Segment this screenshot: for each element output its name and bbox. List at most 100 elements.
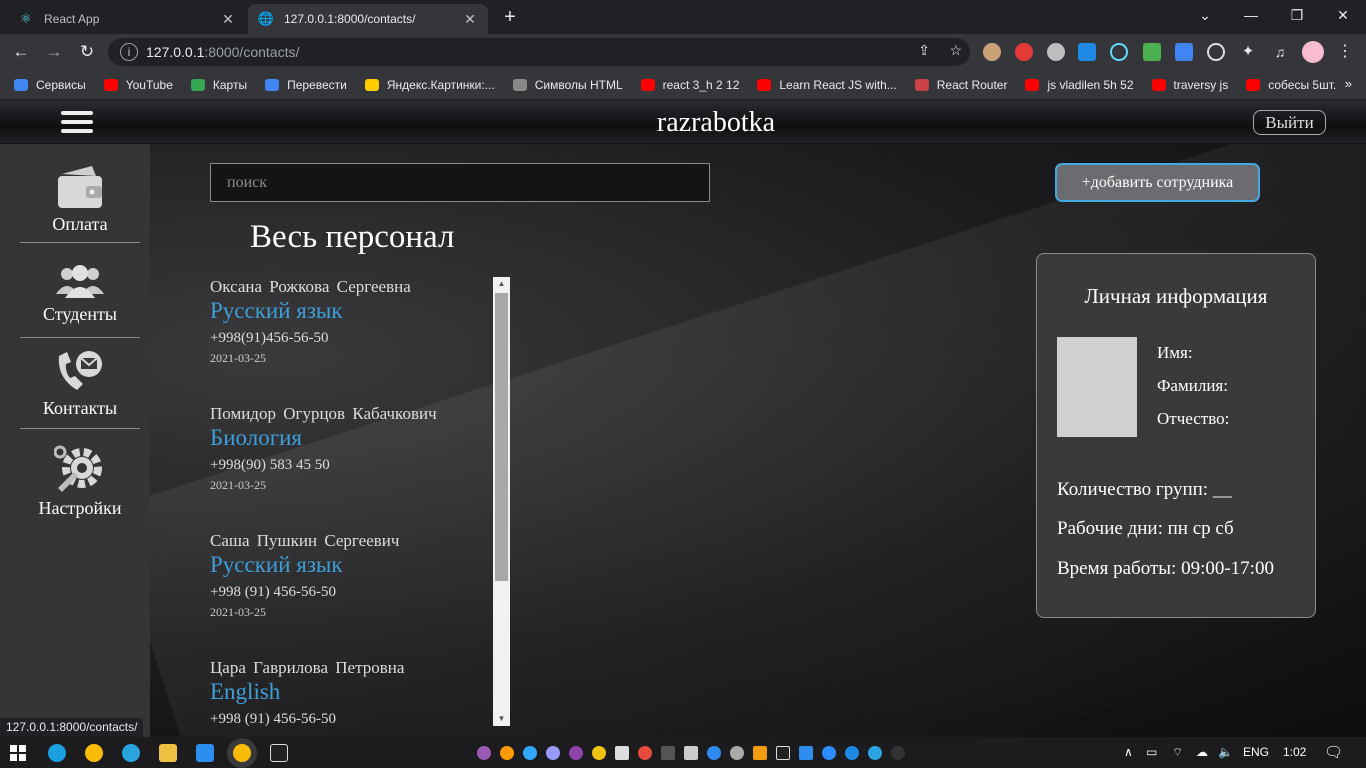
bookmark-item[interactable]: Сервисы bbox=[14, 78, 86, 92]
scroll-thumb[interactable] bbox=[495, 293, 508, 581]
bookmark-item[interactable]: Карты bbox=[190, 78, 247, 92]
bookmark-item[interactable]: Learn React JS with... bbox=[757, 78, 897, 92]
extension-icon[interactable] bbox=[1143, 43, 1161, 61]
pycharm-icon[interactable] bbox=[776, 746, 790, 760]
url-host: 127.0.0.1 bbox=[146, 44, 205, 60]
close-icon[interactable]: ✕ bbox=[462, 11, 478, 28]
sidebar-item-students[interactable]: Студенты bbox=[20, 264, 140, 325]
tray-app-icon[interactable] bbox=[891, 746, 905, 760]
bookmark-item[interactable]: YouTube bbox=[103, 78, 173, 92]
teamviewer-icon[interactable] bbox=[845, 746, 859, 760]
search-input[interactable] bbox=[210, 163, 710, 202]
bookmark-item[interactable]: Яндекс.Картинки:... bbox=[364, 78, 495, 92]
menu-dots-icon[interactable]: ⋮ bbox=[1336, 43, 1354, 61]
close-icon[interactable]: ✕ bbox=[220, 11, 236, 28]
restore-button[interactable]: ❐ bbox=[1274, 0, 1320, 30]
employee-list[interactable]: Оксана Рожкова Сергеевна Русский язык +9… bbox=[210, 277, 510, 727]
list-item[interactable]: Саша Пушкин Сергеевич Русский язык +998 … bbox=[210, 531, 490, 620]
clock[interactable]: 1:02 bbox=[1283, 737, 1306, 768]
scroll-up-arrow-icon[interactable]: ▲ bbox=[493, 277, 510, 291]
sidebar-item-contacts[interactable]: Контакты bbox=[20, 350, 140, 419]
add-employee-button[interactable]: +добавить сотрудника bbox=[1055, 163, 1260, 202]
list-item[interactable]: Оксана Рожкова Сергеевна Русский язык +9… bbox=[210, 277, 490, 366]
sidebar-item-payment[interactable]: Оплата bbox=[20, 164, 140, 235]
youtube-icon bbox=[640, 78, 655, 91]
illustrator-icon[interactable] bbox=[500, 746, 514, 760]
bookmark-item[interactable]: js vladilen 5h 52 bbox=[1025, 78, 1134, 92]
edge-icon[interactable] bbox=[48, 744, 66, 762]
wifi-icon[interactable]: ⌔ bbox=[1172, 737, 1183, 768]
vscode-icon[interactable] bbox=[799, 746, 813, 760]
tab-react-app[interactable]: ⚛ React App ✕ bbox=[8, 4, 246, 34]
chrome-active-icon[interactable] bbox=[233, 744, 251, 762]
share-icon[interactable]: ⇪ bbox=[918, 42, 930, 59]
premiere-icon[interactable] bbox=[546, 746, 560, 760]
tray-app-icon[interactable] bbox=[592, 746, 606, 760]
language-indicator[interactable]: ENG bbox=[1243, 737, 1269, 768]
bookmark-item[interactable]: react 3_h 2 12 bbox=[640, 78, 739, 92]
chevron-up-icon[interactable]: ∧ bbox=[1124, 737, 1133, 768]
employee-phone: +998(91)456-56-50 bbox=[210, 330, 329, 346]
puzzle-extensions-icon[interactable]: ✦ bbox=[1239, 43, 1257, 61]
new-tab-button[interactable]: + bbox=[498, 6, 522, 30]
google-translate-icon[interactable] bbox=[1175, 43, 1193, 61]
tray-app-icon[interactable] bbox=[730, 746, 744, 760]
reload-icon[interactable]: ↻ bbox=[75, 40, 99, 64]
media-control-icon[interactable]: ♫ bbox=[1271, 43, 1289, 61]
bookmark-item[interactable]: Символы HTML bbox=[512, 78, 623, 92]
vscode-icon[interactable] bbox=[196, 744, 214, 762]
more-bookmarks-icon[interactable]: » bbox=[1345, 76, 1352, 91]
list-item[interactable]: Цара Гаврилова Петровна English +998 (91… bbox=[210, 658, 490, 727]
windows-start-icon[interactable] bbox=[10, 745, 26, 761]
extension-icon[interactable] bbox=[983, 43, 1001, 61]
tab-search-icon[interactable]: ⌄ bbox=[1182, 0, 1228, 30]
bookmark-item[interactable]: Перевести bbox=[265, 78, 347, 92]
notifications-icon[interactable]: 🗨 bbox=[1324, 737, 1343, 768]
back-arrow-icon[interactable]: ← bbox=[9, 40, 33, 64]
shield-icon[interactable] bbox=[707, 746, 721, 760]
address-bar[interactable]: i 127.0.0.1:8000/contacts/ ⇪ ☆ bbox=[108, 38, 970, 66]
bookmark-star-icon[interactable]: ☆ bbox=[949, 42, 962, 59]
forward-arrow-icon[interactable]: → bbox=[42, 40, 66, 64]
pycharm-icon[interactable] bbox=[270, 744, 288, 762]
photoshop-icon[interactable] bbox=[523, 746, 537, 760]
file-explorer-icon[interactable] bbox=[159, 744, 177, 762]
react-devtools-icon[interactable] bbox=[1110, 43, 1128, 61]
minimize-button[interactable]: — bbox=[1228, 0, 1274, 30]
terminal-icon[interactable] bbox=[661, 746, 675, 760]
extension-icon[interactable] bbox=[1207, 43, 1225, 61]
weather-icon[interactable]: ☁ bbox=[1196, 737, 1208, 768]
avatar[interactable] bbox=[1302, 41, 1324, 63]
zoom-icon[interactable] bbox=[822, 746, 836, 760]
scroll-down-arrow-icon[interactable]: ▼ bbox=[493, 712, 510, 726]
chrome-icon[interactable] bbox=[85, 744, 103, 762]
tray-app-icon[interactable] bbox=[615, 746, 629, 760]
bookmark-item[interactable]: traversy js bbox=[1151, 78, 1228, 92]
bookmark-item[interactable]: React Router bbox=[914, 78, 1007, 92]
after-effects-icon[interactable] bbox=[477, 746, 491, 760]
tab-contacts[interactable]: 🌐 127.0.0.1:8000/contacts/ ✕ bbox=[248, 4, 488, 34]
extension-icon[interactable] bbox=[1078, 43, 1096, 61]
wallet-icon bbox=[58, 166, 102, 208]
sublime-icon[interactable] bbox=[753, 746, 767, 760]
tray-app-icon[interactable] bbox=[569, 746, 583, 760]
employee-date: 2021-03-25 bbox=[210, 351, 266, 365]
employee-name: Саша Пушкин Сергеевич bbox=[210, 531, 400, 550]
sidebar-item-settings[interactable]: Настройки bbox=[20, 444, 140, 519]
extension-gear-icon[interactable] bbox=[1047, 43, 1065, 61]
tab-title: 127.0.0.1:8000/contacts/ bbox=[284, 12, 416, 26]
site-info-icon[interactable]: i bbox=[120, 43, 138, 61]
bookmark-item[interactable]: собесы 5шт. bbox=[1246, 78, 1336, 92]
tray-app-icon[interactable] bbox=[684, 746, 698, 760]
list-scrollbar[interactable]: ▲ ▼ bbox=[493, 277, 510, 726]
extension-icon[interactable] bbox=[1015, 43, 1033, 61]
list-item[interactable]: Помидор Огурцов Кабачкович Биология +998… bbox=[210, 404, 490, 493]
battery-icon[interactable]: ▭ bbox=[1146, 737, 1157, 768]
telegram-icon[interactable] bbox=[868, 746, 882, 760]
employee-phone: +998(90) 583 45 50 bbox=[210, 457, 330, 473]
record-icon[interactable] bbox=[638, 746, 652, 760]
window-close-button[interactable]: ✕ bbox=[1320, 0, 1366, 30]
telegram-icon[interactable] bbox=[122, 744, 140, 762]
volume-icon[interactable]: 🔈 bbox=[1218, 737, 1233, 768]
logout-button[interactable]: Выйти bbox=[1253, 110, 1326, 135]
